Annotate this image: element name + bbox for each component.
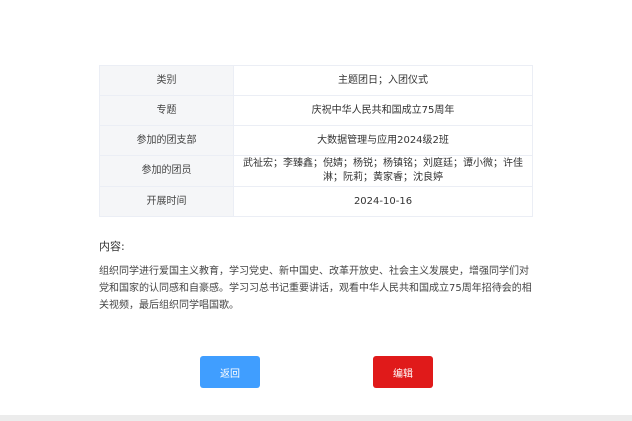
table-row: 参加的团支部 大数据管理与应用2024级2班	[99, 125, 533, 156]
members-value: 武祉宏；李臻鑫；倪婧；杨锐；杨镇铭；刘庭廷；谭小微；许佳淋；阮莉；黄家睿；沈良婷	[233, 155, 533, 187]
activity-info-table: 类别 主题团日；入团仪式 专题 庆祝中华人民共和国成立75周年 参加的团支部 大…	[99, 65, 533, 217]
back-button[interactable]: 返回	[200, 356, 260, 388]
date-value: 2024-10-16	[233, 186, 533, 217]
table-row: 参加的团员 武祉宏；李臻鑫；倪婧；杨锐；杨镇铭；刘庭廷；谭小微；许佳淋；阮莉；黄…	[99, 155, 533, 187]
topic-label: 专题	[99, 95, 234, 126]
activity-detail-page: 类别 主题团日；入团仪式 专题 庆祝中华人民共和国成立75周年 参加的团支部 大…	[0, 0, 632, 421]
category-label: 类别	[99, 65, 234, 96]
branch-label: 参加的团支部	[99, 125, 234, 156]
members-label: 参加的团员	[99, 155, 234, 187]
category-value: 主题团日；入团仪式	[233, 65, 533, 96]
content-heading: 内容:	[99, 240, 125, 253]
table-row: 专题 庆祝中华人民共和国成立75周年	[99, 95, 533, 126]
table-row: 类别 主题团日；入团仪式	[99, 65, 533, 96]
table-row: 开展时间 2024-10-16	[99, 186, 533, 217]
bottom-divider	[0, 415, 632, 421]
edit-button[interactable]: 编辑	[373, 356, 433, 388]
content-body: 组织同学进行爱国主义教育，学习党史、新中国史、改革开放史、社会主义发展史，增强同…	[99, 266, 532, 311]
branch-value: 大数据管理与应用2024级2班	[233, 125, 533, 156]
topic-value: 庆祝中华人民共和国成立75周年	[233, 95, 533, 126]
date-label: 开展时间	[99, 186, 234, 217]
